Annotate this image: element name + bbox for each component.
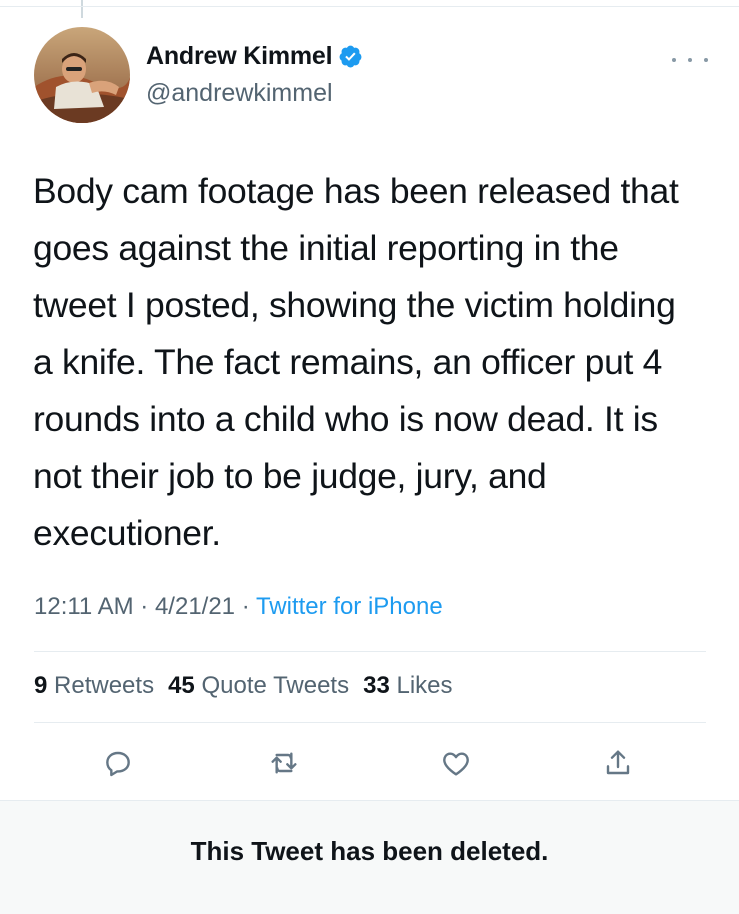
retweets-count: 9 [34,672,48,699]
reply-icon[interactable] [98,743,138,783]
thread-connector-line [81,0,83,18]
retweets-stat[interactable]: 9 Retweets [34,672,154,699]
retweet-icon[interactable] [264,743,304,783]
tweet-actions-bar [0,743,739,783]
retweets-label: Retweets [54,672,155,699]
like-icon[interactable] [436,743,476,783]
deleted-notice-text: This Tweet has been deleted. [190,836,549,866]
tweet-text: Body cam footage has been released that … [33,171,679,553]
share-icon[interactable] [598,743,638,783]
tweet-metadata: 12:11 AM · 4/21/21 · Twitter for iPhone [34,593,443,621]
tweet-source-link[interactable]: Twitter for iPhone [256,593,443,620]
quote-tweets-label: Quote Tweets [201,672,350,699]
avatar-photo [34,27,130,123]
likes-stat[interactable]: 33 Likes [363,672,452,699]
likes-label: Likes [396,672,453,699]
meta-separator: · [235,593,256,620]
quote-tweets-stat[interactable]: 45 Quote Tweets [168,672,349,699]
tweet-date[interactable]: 4/21/21 [155,593,235,620]
meta-separator: · [133,593,155,620]
likes-count: 33 [363,672,390,699]
quote-tweets-count: 45 [168,672,195,699]
author-handle[interactable]: @andrewkimmel [146,79,333,108]
top-divider [0,6,739,7]
deleted-notice: This Tweet has been deleted. [0,800,739,914]
avatar[interactable] [34,27,130,123]
tweet-time[interactable]: 12:11 AM [34,593,134,620]
tweet-stats: 9 Retweets 45 Quote Tweets 33 Likes [34,672,453,700]
author-display-name[interactable]: Andrew Kimmel [146,42,333,71]
divider [34,722,706,723]
divider [34,651,706,652]
verified-badge-icon [338,44,363,69]
more-options-icon[interactable] [672,50,708,70]
